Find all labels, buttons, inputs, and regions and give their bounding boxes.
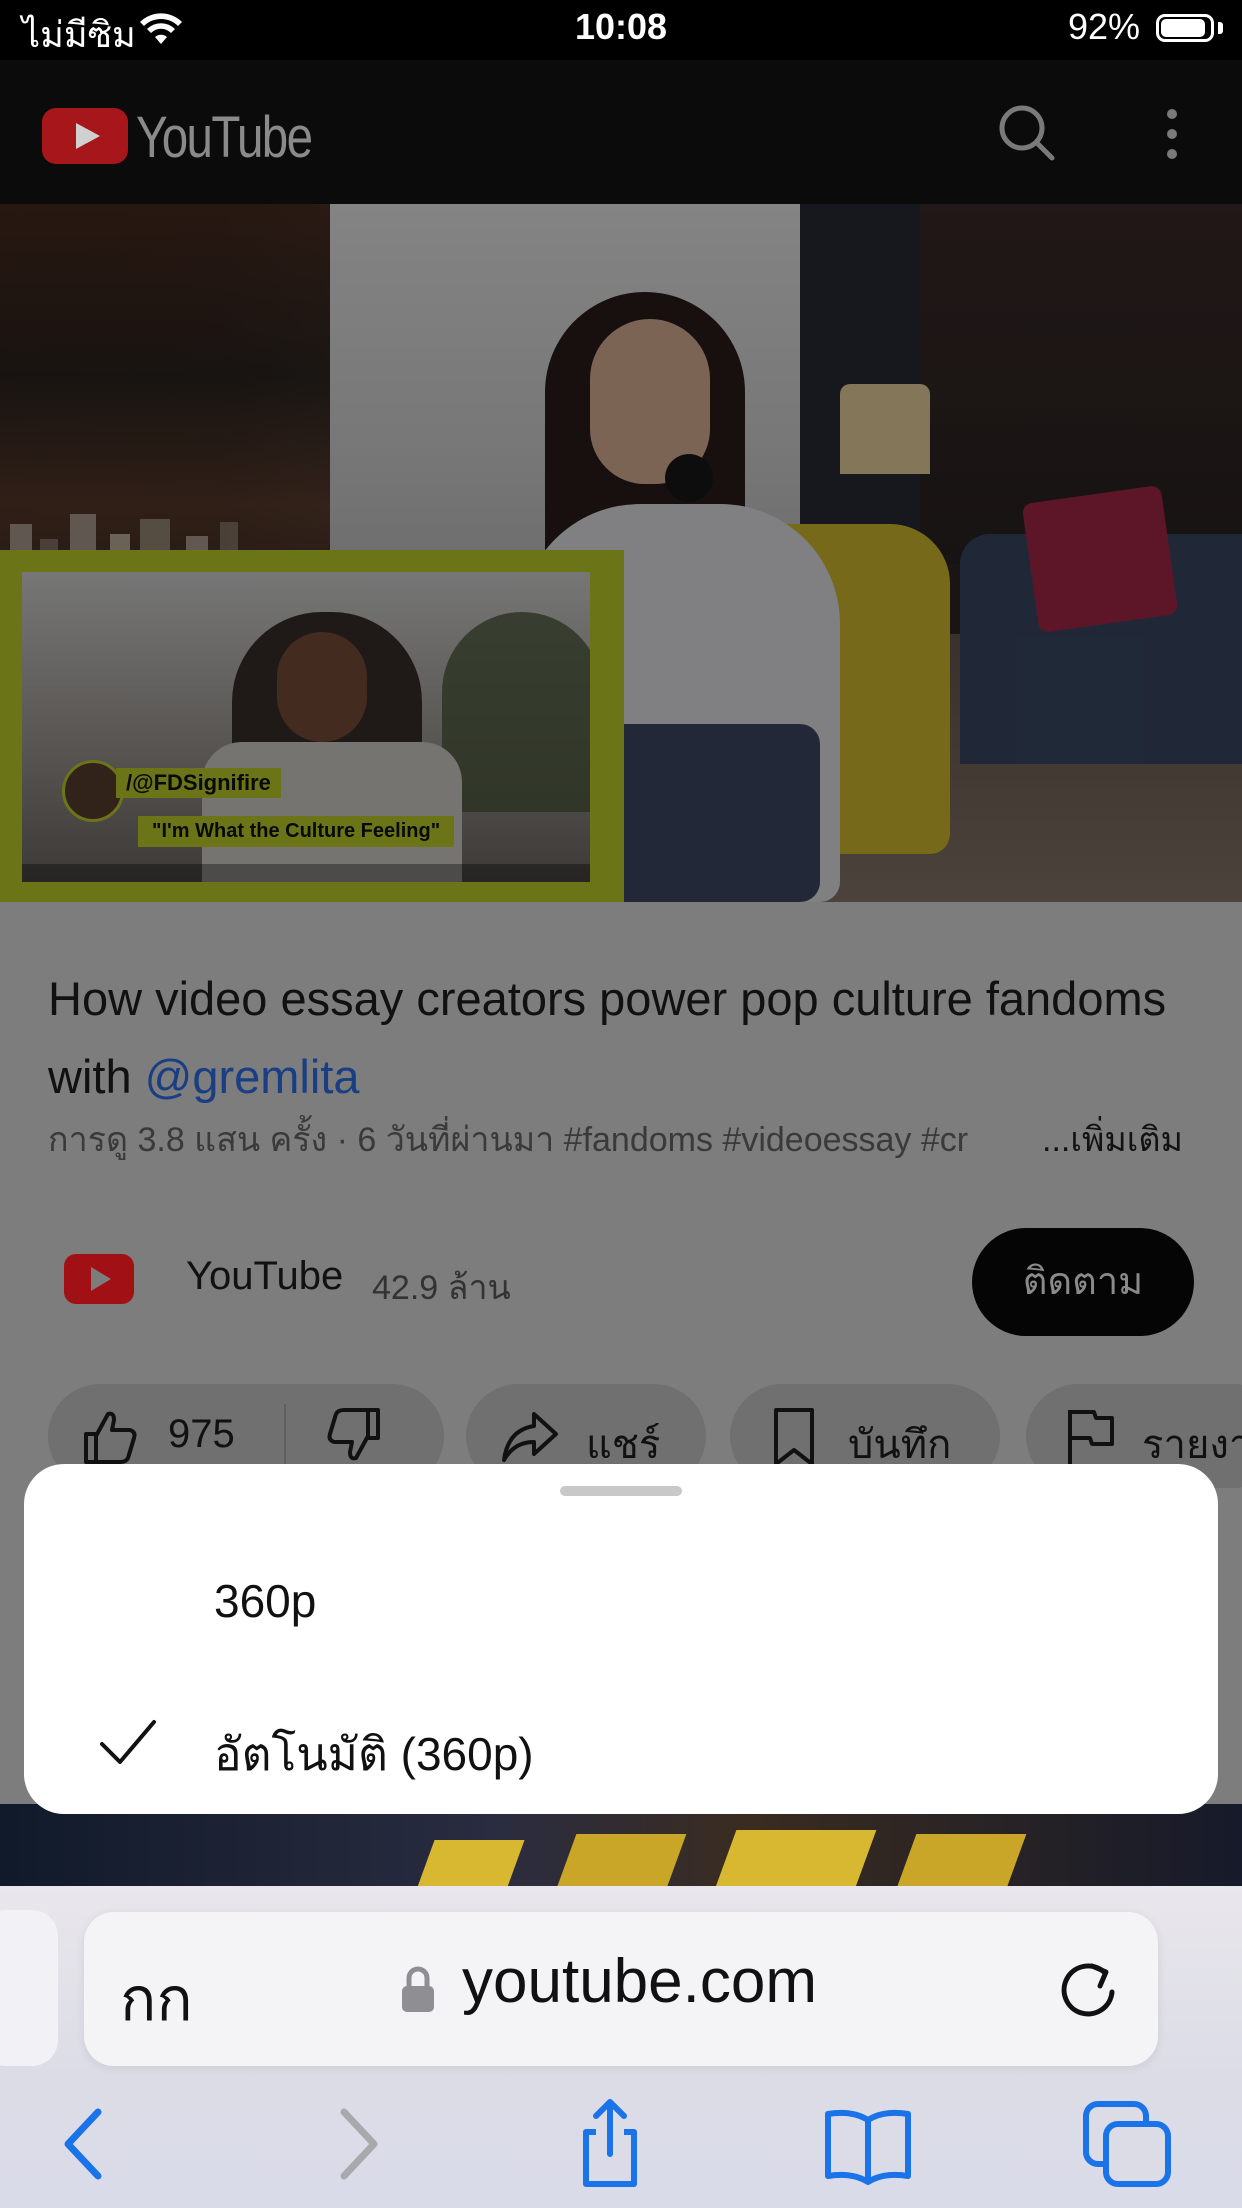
- like-count[interactable]: 975: [168, 1412, 235, 1457]
- show-more-link[interactable]: ...เพิ่มเติม: [1042, 1112, 1183, 1166]
- forward-icon[interactable]: [308, 2096, 404, 2192]
- browser-toolbar: กก youtube.com: [0, 1886, 1242, 2208]
- search-icon[interactable]: [996, 102, 1056, 162]
- channel-avatar[interactable]: [64, 1254, 134, 1304]
- share-arrow-icon: [502, 1412, 558, 1462]
- address-bar[interactable]: กก youtube.com: [84, 1912, 1158, 2066]
- video-meta: การดู 3.8 แสน ครั้ง · 6 วันที่ผ่านมา #fa…: [48, 1121, 969, 1159]
- flag-icon: [1068, 1410, 1114, 1464]
- bookmarks-book-icon[interactable]: [820, 2096, 916, 2192]
- video-dim-overlay: [0, 204, 1242, 902]
- youtube-header: YouTube: [0, 60, 1242, 204]
- quality-option-auto[interactable]: อัตโนมัติ (360p): [214, 1718, 534, 1791]
- thumbs-up-icon[interactable]: [80, 1406, 140, 1466]
- video-title: How video essay creators power pop cultu…: [48, 960, 1208, 1116]
- status-bar: ไม่มีซิม 10:08 92%: [0, 0, 1242, 60]
- share-icon[interactable]: [562, 2096, 658, 2192]
- youtube-logo-text: YouTube: [136, 105, 313, 170]
- more-vertical-icon[interactable]: [1152, 104, 1192, 164]
- battery-icon: [1156, 14, 1214, 42]
- subscriber-count: 42.9 ล้าน: [372, 1269, 511, 1307]
- battery-fill: [1161, 19, 1205, 37]
- url-text[interactable]: youtube.com: [462, 1946, 817, 2017]
- subscribe-button[interactable]: ติดตาม: [972, 1228, 1194, 1336]
- bookmark-icon: [774, 1408, 814, 1466]
- quality-bottom-sheet: 360p อัตโนมัติ (360p): [24, 1464, 1218, 1814]
- reload-icon[interactable]: [1058, 1956, 1120, 2022]
- title-mention-link[interactable]: @gremlita: [145, 1050, 360, 1103]
- quality-option-360p[interactable]: 360p: [214, 1574, 316, 1628]
- lock-icon: [402, 1966, 434, 2012]
- like-divider: [284, 1404, 286, 1468]
- checkmark-icon: [100, 1720, 156, 1764]
- page-settings-button[interactable]: กก: [120, 1952, 193, 2047]
- tabs-icon[interactable]: [1080, 2096, 1176, 2192]
- clock: 10:08: [574, 6, 668, 47]
- video-player[interactable]: /@FDSignifire "I'm What the Culture Feel…: [0, 204, 1242, 902]
- youtube-play-logo-icon: [42, 108, 128, 164]
- thumbs-down-icon[interactable]: [324, 1406, 384, 1466]
- battery-percent: 92%: [1068, 6, 1141, 47]
- back-icon[interactable]: [38, 2096, 134, 2192]
- previous-tab-edge[interactable]: [0, 1910, 58, 2066]
- battery-nub: [1218, 22, 1223, 34]
- channel-name[interactable]: YouTube: [186, 1254, 343, 1299]
- sheet-drag-handle[interactable]: [560, 1486, 682, 1496]
